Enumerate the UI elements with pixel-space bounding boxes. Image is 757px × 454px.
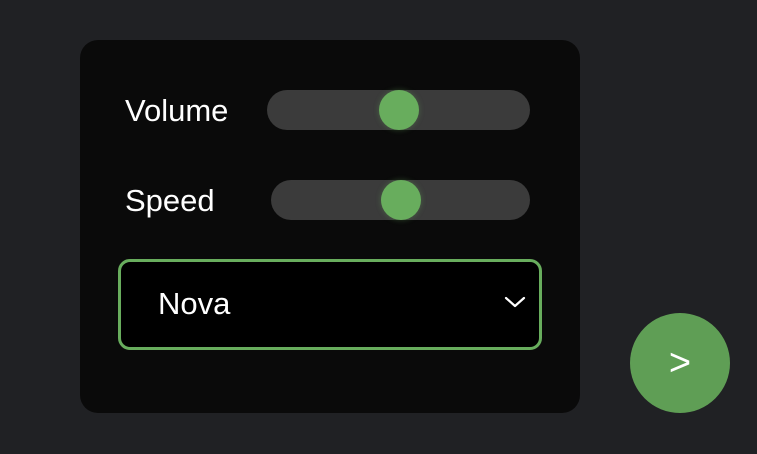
next-icon: > (668, 342, 692, 384)
speed-slider[interactable] (271, 180, 530, 220)
speed-label: Speed (125, 183, 215, 218)
settings-panel: Volume Speed Nova (80, 40, 580, 413)
volume-slider-thumb[interactable] (378, 90, 419, 130)
chevron-down-icon (504, 295, 526, 309)
voice-select[interactable]: Nova (118, 259, 542, 350)
volume-label: Volume (125, 93, 229, 128)
volume-slider[interactable] (267, 90, 530, 130)
voice-select-value: Nova (158, 286, 231, 321)
next-button[interactable]: > (630, 313, 730, 413)
speed-slider-thumb[interactable] (380, 180, 421, 220)
